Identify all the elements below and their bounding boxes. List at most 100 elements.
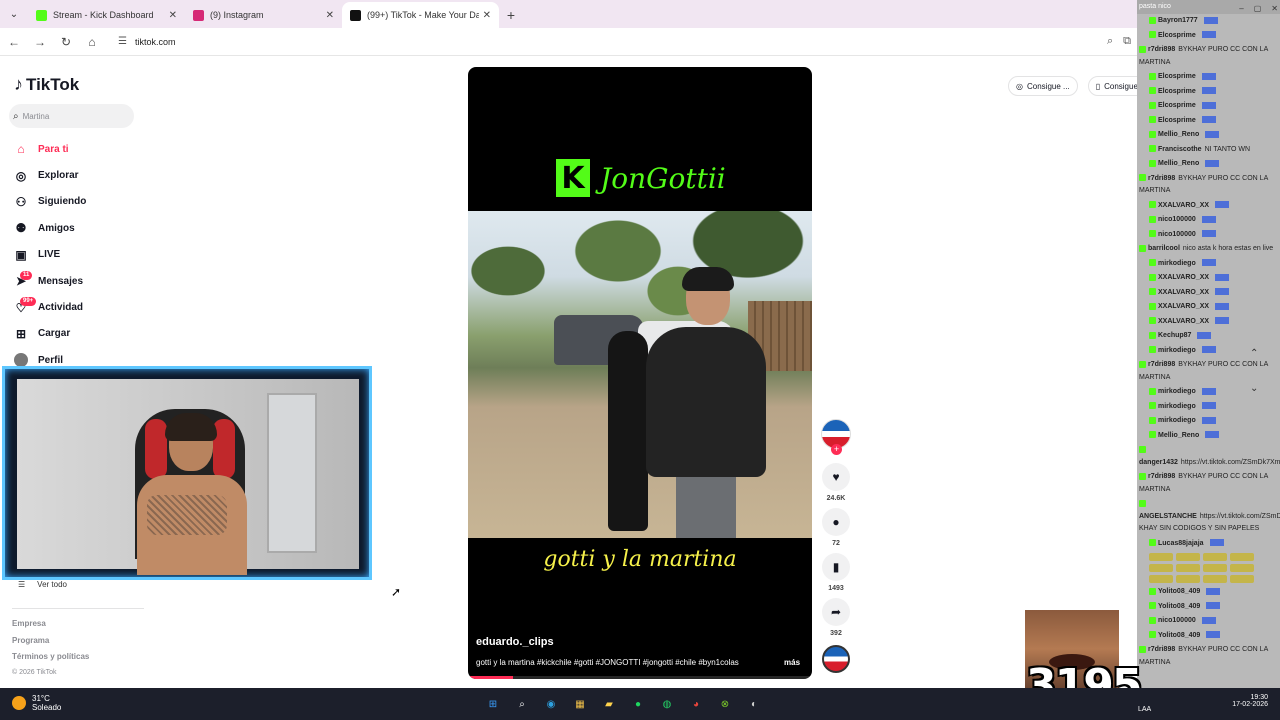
sidebar-item-explorar[interactable]: ◎ Explorar [13, 162, 86, 188]
close-tab-icon[interactable]: ✕ [169, 10, 177, 21]
install-app-icon[interactable]: ⧉ [1123, 35, 1131, 48]
creator-avatar[interactable]: + [821, 419, 851, 455]
comment-action[interactable]: ● 72 [818, 508, 854, 547]
tab-instagram[interactable]: (9) Instagram ✕ [185, 2, 342, 28]
chat-username[interactable]: Elcosprime [1158, 73, 1196, 80]
sidebar-item-siguiendo[interactable]: ⚇ Siguiendo [13, 189, 87, 215]
search-icon[interactable]: ⌕ [513, 695, 531, 713]
footer-link-programa[interactable]: Programa [12, 636, 89, 653]
close-tab-icon[interactable]: ✕ [326, 10, 334, 21]
chat-username[interactable]: r7dri898 [1148, 175, 1175, 182]
footer-link-terminos[interactable]: Términos y políticas [12, 652, 89, 669]
spotify-icon[interactable]: ● [629, 695, 647, 713]
forward-icon[interactable]: → [28, 30, 52, 54]
site-info-icon[interactable]: ☰ [118, 36, 127, 47]
sidebar-item-amigos[interactable]: ⚉ Amigos [13, 215, 86, 241]
maximize-icon[interactable]: ▢ [1254, 4, 1262, 13]
language-indicator[interactable]: LAA [1138, 706, 1151, 713]
close-window-icon[interactable]: ✕ [1271, 4, 1278, 13]
chat-username[interactable]: r7dri898 [1148, 361, 1175, 368]
chat-username[interactable]: danger1432 [1139, 459, 1178, 466]
follow-plus-icon[interactable]: + [831, 444, 842, 455]
search-input[interactable]: ⌕ Martina [9, 104, 134, 128]
sidebar-item-actividad[interactable]: ♡ 99+ Actividad [13, 294, 86, 320]
chat-username[interactable]: XXALVARO_XX [1158, 202, 1209, 209]
chat-username[interactable]: nico100000 [1158, 231, 1196, 238]
chat-username[interactable]: mirkodiego [1158, 260, 1196, 267]
chat-username[interactable]: Elcosprime [1158, 88, 1196, 95]
xbox-icon[interactable]: ⊗ [716, 695, 734, 713]
share-icon[interactable]: ➦ [822, 598, 850, 626]
chat-username[interactable]: XXALVARO_XX [1158, 289, 1209, 296]
chat-username[interactable]: Yolito08_409 [1158, 603, 1200, 610]
chat-username[interactable]: XXALVARO_XX [1158, 318, 1209, 325]
chat-username[interactable]: Yolito08_409 [1158, 632, 1200, 639]
scroll-down-icon[interactable]: ⌄ [1250, 383, 1258, 394]
store-icon[interactable]: ▦ [571, 695, 589, 713]
chat-username[interactable]: barrilcool [1148, 245, 1180, 252]
chat-username[interactable]: Mellio_Reno [1158, 160, 1199, 167]
whatsapp-icon[interactable]: ◍ [658, 695, 676, 713]
share-action[interactable]: ➦ 392 [818, 598, 854, 637]
edge-icon[interactable]: ◉ [542, 695, 560, 713]
tab-kick-dashboard[interactable]: Stream - Kick Dashboard ✕ [28, 2, 185, 28]
zoom-icon[interactable]: ⌕ [1107, 35, 1113, 48]
chat-username[interactable]: Elcosprime [1158, 117, 1196, 124]
chat-username[interactable]: Bayron1777 [1158, 17, 1198, 24]
home-browser-icon[interactable]: ⌂ [80, 30, 104, 54]
save-action[interactable]: ▮ 1493 [818, 553, 854, 592]
more-button[interactable]: más [784, 658, 800, 667]
chat-username[interactable]: mirkodiego [1158, 347, 1196, 354]
chat-username[interactable]: ANGELSTANCHE [1139, 513, 1197, 520]
sidebar-item-mensajes[interactable]: ➤ 11 Mensajes [13, 268, 86, 294]
chrome-icon[interactable]: ◕ [687, 695, 705, 713]
video-player[interactable]: K JonGottii gotti y la martina eduardo._… [468, 67, 812, 679]
music-disc-icon[interactable] [822, 645, 850, 673]
minimize-icon[interactable]: – [1239, 4, 1243, 13]
chat-username[interactable]: XXALVARO_XX [1158, 303, 1209, 310]
scroll-up-icon[interactable]: ⌃ [1250, 348, 1258, 359]
heart-icon[interactable]: ♥ [822, 463, 850, 491]
chat-username[interactable]: nico100000 [1158, 617, 1196, 624]
ver-todo-link[interactable]: ☰ Ver todo [18, 580, 67, 589]
chat-username[interactable]: mirkodiego [1158, 417, 1196, 424]
footer-link-empresa[interactable]: Empresa [12, 619, 89, 636]
chat-username[interactable]: XXALVARO_XX [1158, 274, 1209, 281]
chat-username[interactable]: Elcosprime [1158, 102, 1196, 109]
chat-username[interactable]: Yolito08_409 [1158, 588, 1200, 595]
windows-start-icon[interactable]: ⊞ [484, 695, 502, 713]
chat-username[interactable]: mirkodiego [1158, 403, 1196, 410]
comment-icon[interactable]: ● [822, 508, 850, 536]
chat-username[interactable]: r7dri898 [1148, 46, 1175, 53]
sidebar-item-live[interactable]: ▣ LIVE [13, 242, 86, 268]
app-icon[interactable]: ◐ [745, 695, 763, 713]
close-tab-icon[interactable]: ✕ [483, 10, 491, 21]
chat-username[interactable]: Lucas88jajaja [1158, 540, 1204, 547]
weather-widget[interactable]: 31°C Soleado [12, 694, 61, 712]
chat-username[interactable]: r7dri898 [1148, 646, 1175, 653]
video-author[interactable]: eduardo._clips [476, 636, 554, 648]
chat-username[interactable]: Franciscothe [1158, 146, 1202, 153]
chat-username[interactable]: r7dri898 [1148, 473, 1175, 480]
sidebar-item-para-ti[interactable]: ⌂ Para ti [13, 136, 86, 162]
bookmark-icon[interactable]: ▮ [822, 553, 850, 581]
tiktok-logo[interactable]: ♪ TikTok [14, 74, 79, 95]
like-action[interactable]: ♥ 24.6K [818, 463, 854, 502]
chat-username[interactable]: Mellio_Reno [1158, 131, 1199, 138]
chat-username[interactable]: mirkodiego [1158, 388, 1196, 395]
chat-username[interactable]: nico100000 [1158, 216, 1196, 223]
back-icon[interactable]: ← [2, 30, 26, 54]
tab-search-chevron-icon[interactable]: ⌄ [0, 0, 28, 28]
sidebar-item-cargar[interactable]: ⊞ Cargar [13, 321, 86, 347]
explorer-icon[interactable]: ▰ [600, 695, 618, 713]
reload-icon[interactable]: ↻ [54, 30, 78, 54]
tab-tiktok[interactable]: (99+) TikTok - Make Your Day ✕ [342, 2, 499, 28]
chat-username[interactable]: Mellio_Reno [1158, 432, 1199, 439]
chat-username[interactable]: Elcosprime [1158, 32, 1196, 39]
video-progress-bar[interactable] [468, 676, 812, 679]
get-coins-button[interactable]: ◎ Consigue ... [1008, 76, 1078, 96]
address-bar[interactable]: ☰ tiktok.com [112, 31, 1107, 53]
chat-username[interactable]: Kechup87 [1158, 332, 1191, 339]
new-tab-button[interactable]: + [499, 2, 523, 28]
clock[interactable]: 19:30 17-02-2026 [1226, 694, 1268, 708]
